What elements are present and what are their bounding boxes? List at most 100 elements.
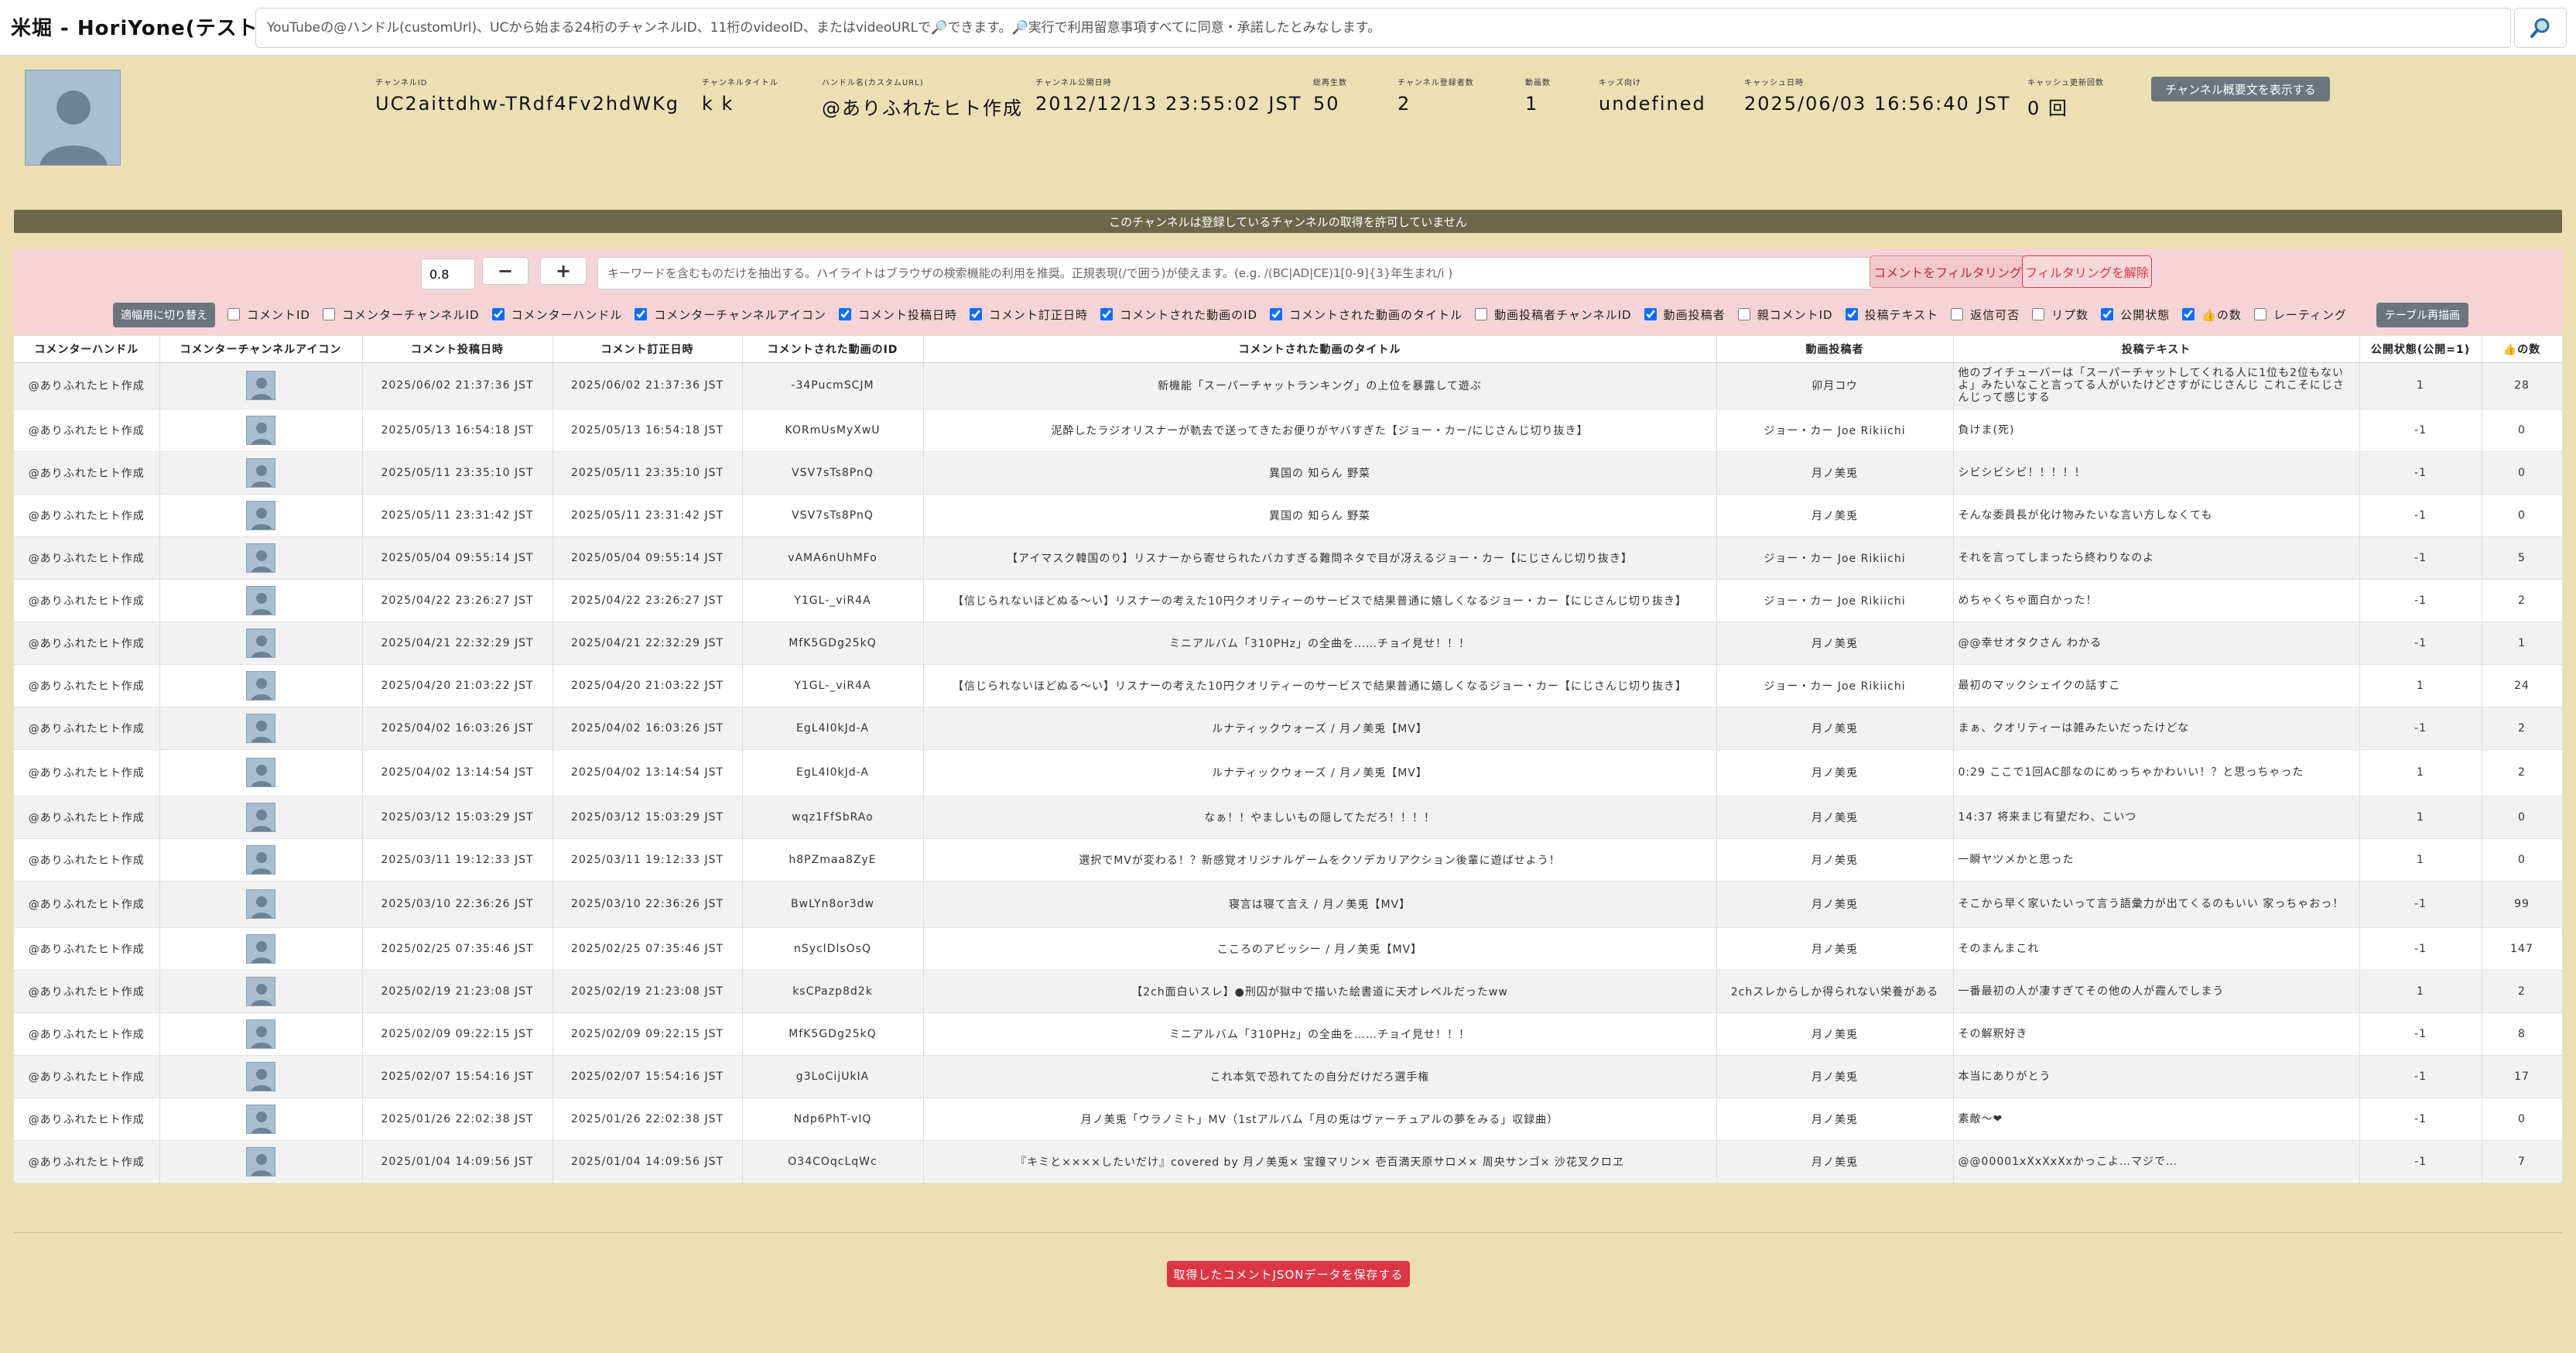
cell-commenter-icon[interactable] <box>159 707 363 750</box>
header-edited-date[interactable]: コメント訂正日時 <box>552 336 743 363</box>
column-toggle-checkbox[interactable] <box>1644 308 1657 320</box>
commenter-avatar-icon[interactable] <box>246 371 275 400</box>
header-likes[interactable]: 👍の数 <box>2482 336 2563 363</box>
commenter-avatar-icon[interactable] <box>246 670 275 700</box>
commenter-avatar-icon[interactable] <box>246 976 275 1006</box>
header-video-id[interactable]: コメントされた動画のID <box>742 336 924 363</box>
column-toggle-checkbox[interactable] <box>1737 308 1750 320</box>
commenter-avatar-icon[interactable] <box>246 933 275 964</box>
column-toggle[interactable]: コメント投稿日時 <box>839 307 957 323</box>
column-toggle-checkbox[interactable] <box>1475 308 1488 320</box>
header-commenter-icon[interactable]: コメンターチャンネルアイコン <box>159 336 363 363</box>
column-toggle[interactable]: 返信可否 <box>1951 307 2020 323</box>
column-toggle-checkbox[interactable] <box>1845 308 1858 320</box>
column-toggle[interactable]: 投稿テキスト <box>1845 307 1939 323</box>
commenter-avatar-icon[interactable] <box>246 1104 275 1134</box>
commenter-avatar-icon[interactable] <box>246 500 275 530</box>
scale-increase-button[interactable]: + <box>540 257 587 285</box>
cell-commenter-icon[interactable] <box>159 362 363 409</box>
commenter-avatar-icon[interactable] <box>246 585 275 615</box>
redraw-table-button[interactable]: テーブル再描画 <box>2376 303 2468 327</box>
header-uploader[interactable]: 動画投稿者 <box>1716 336 1954 363</box>
column-toggle-checkbox[interactable] <box>1270 308 1283 320</box>
cell-uploader: 2chスレからしか得られない栄養がある <box>1716 970 1954 1013</box>
cell-commenter-icon[interactable] <box>159 1012 363 1056</box>
column-toggle[interactable]: コメンターハンドル <box>491 307 623 323</box>
column-toggle[interactable]: コメンターチャンネルアイコン <box>635 307 826 323</box>
commenter-avatar-icon[interactable] <box>246 889 275 919</box>
commenter-avatar-icon[interactable] <box>246 802 275 832</box>
cell-commenter-icon[interactable] <box>159 1098 363 1141</box>
commenter-avatar-icon[interactable] <box>246 1019 275 1049</box>
column-toggle-checkbox[interactable] <box>2101 308 2114 320</box>
column-toggle[interactable]: 親コメントID <box>1737 307 1833 323</box>
column-toggle-checkbox[interactable] <box>970 308 983 320</box>
subscribers-value: 2 <box>1397 93 1411 115</box>
scale-input[interactable] <box>421 259 475 289</box>
column-toggle[interactable]: 動画投稿者 <box>1644 307 1726 323</box>
column-toggle-checkbox[interactable] <box>491 308 505 320</box>
clear-filter-button[interactable]: フィルタリングを解除 <box>2022 255 2152 288</box>
header-video-title[interactable]: コメントされた動画のタイトル <box>923 336 1717 363</box>
column-toggle[interactable]: コメント訂正日時 <box>970 307 1088 323</box>
cell-video-title: これ本気で恐れてたの自分だけだろ選手権 <box>923 1055 1717 1098</box>
column-toggle-checkbox[interactable] <box>635 308 648 320</box>
column-toggle-checkbox[interactable] <box>227 308 240 320</box>
cell-commenter-icon[interactable] <box>159 622 363 665</box>
column-toggle-checkbox[interactable] <box>2253 308 2266 320</box>
search-input[interactable] <box>255 8 2511 48</box>
cell-commenter-icon[interactable] <box>159 927 363 971</box>
column-toggle[interactable]: 動画投稿者チャンネルID <box>1475 307 1632 323</box>
keyword-filter-input[interactable] <box>597 257 1874 289</box>
column-toggle[interactable]: 👍の数 <box>2182 307 2242 323</box>
column-toggle-checkbox[interactable] <box>1951 308 1964 320</box>
commenter-avatar-icon[interactable] <box>246 543 275 573</box>
column-toggle[interactable]: リプ数 <box>2032 307 2089 323</box>
commenter-avatar-icon[interactable] <box>246 758 275 787</box>
cell-commenter-icon[interactable] <box>159 409 363 452</box>
fit-width-toggle-button[interactable]: 適幅用に切り替え <box>113 303 215 327</box>
cell-commenter-icon[interactable] <box>159 451 363 495</box>
header-public-state[interactable]: 公開状態(公開=1) <box>2359 336 2482 363</box>
cell-commenter-icon[interactable] <box>159 881 363 928</box>
commenter-avatar-icon[interactable] <box>246 628 275 658</box>
column-toggle-checkbox[interactable] <box>839 308 852 320</box>
column-toggle-checkbox[interactable] <box>2032 308 2045 320</box>
commenter-avatar-icon[interactable] <box>246 1146 275 1177</box>
cell-commenter-icon[interactable] <box>159 494 363 537</box>
column-toggle[interactable]: コメントされた動画のタイトル <box>1270 307 1462 323</box>
column-toggle[interactable]: コメンターチャンネルID <box>322 307 480 323</box>
cell-posted-date: 2025/05/13 16:54:18 JST <box>362 409 553 452</box>
cell-commenter-icon[interactable] <box>159 536 363 580</box>
cell-commenter-icon[interactable] <box>159 796 363 839</box>
header-comment-text[interactable]: 投稿テキスト <box>1953 336 2360 363</box>
commenter-avatar-icon[interactable] <box>246 713 275 743</box>
commenter-avatar-icon[interactable] <box>246 844 275 875</box>
column-toggle-checkbox[interactable] <box>1100 308 1114 320</box>
cell-posted-date: 2025/04/02 13:14:54 JST <box>362 749 553 796</box>
column-toggle[interactable]: 公開状態 <box>2101 307 2170 323</box>
commenter-avatar-icon[interactable] <box>246 1061 275 1091</box>
cell-commenter-icon[interactable] <box>159 970 363 1013</box>
cell-commenter-icon[interactable] <box>159 664 363 707</box>
column-toggle-checkbox[interactable] <box>322 308 335 320</box>
column-toggle[interactable]: コメントされた動画のID <box>1100 307 1257 323</box>
save-json-button[interactable]: 取得したコメントJSONデータを保存する <box>1167 1261 1410 1287</box>
header-commenter-handle[interactable]: コメンターハンドル <box>14 336 160 363</box>
show-summary-button[interactable]: チャンネル概要文を表示する <box>2151 77 2330 101</box>
cell-commenter-icon[interactable] <box>159 1055 363 1098</box>
column-toggle[interactable]: コメントID <box>227 307 310 323</box>
cell-posted-date: 2025/04/22 23:26:27 JST <box>362 579 553 622</box>
search-button[interactable] <box>2514 8 2567 48</box>
commenter-avatar-icon[interactable] <box>246 457 275 488</box>
cell-commenter-icon[interactable] <box>159 838 363 882</box>
scale-decrease-button[interactable]: − <box>482 257 529 285</box>
cell-commenter-icon[interactable] <box>159 579 363 622</box>
header-posted-date[interactable]: コメント投稿日時 <box>362 336 553 363</box>
cell-commenter-icon[interactable] <box>159 1140 363 1183</box>
column-toggle-checkbox[interactable] <box>2182 308 2195 320</box>
commenter-avatar-icon[interactable] <box>246 415 275 445</box>
cell-commenter-icon[interactable] <box>159 749 363 796</box>
column-toggle[interactable]: レーティング <box>2253 307 2347 323</box>
filter-comments-button[interactable]: コメントをフィルタリング <box>1870 255 2026 288</box>
